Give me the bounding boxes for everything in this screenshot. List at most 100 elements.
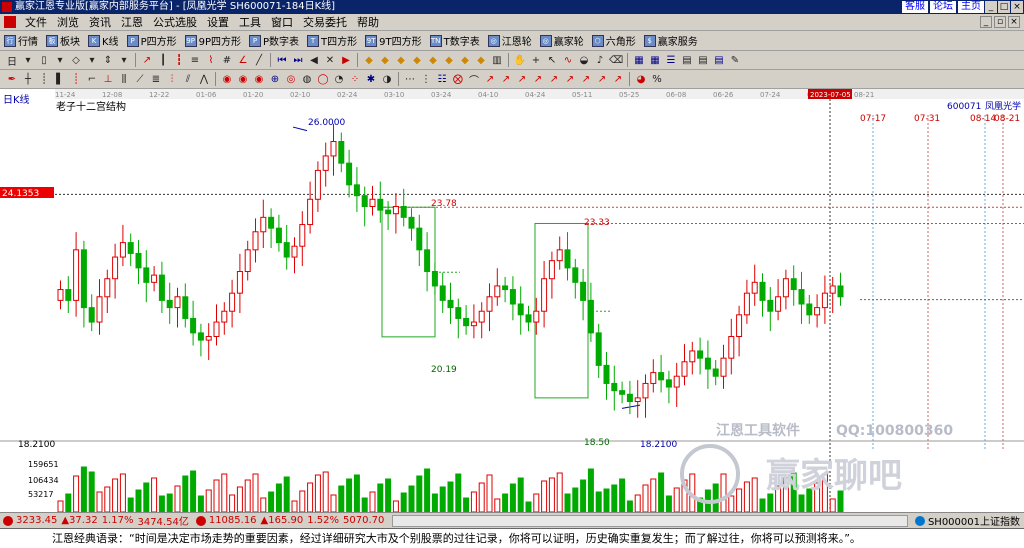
menu-help[interactable]: 帮助 xyxy=(352,14,384,30)
p-square-button[interactable]: P P四方形 xyxy=(126,33,177,48)
fwd-icon[interactable]: ▶ xyxy=(339,53,353,67)
diamond-e-icon[interactable]: ◆ xyxy=(426,53,440,67)
diamond-b-icon[interactable]: ◆ xyxy=(378,53,392,67)
gann-wheel-button[interactable]: ◎ 江恩轮 xyxy=(487,33,532,48)
hand-icon[interactable]: ✋ xyxy=(513,53,527,67)
ray-i-icon[interactable]: ↗ xyxy=(611,72,625,86)
quote-button[interactable]: 行行情 xyxy=(4,33,38,48)
ray-g-icon[interactable]: ↗ xyxy=(579,72,593,86)
diamond-g-icon[interactable]: ◆ xyxy=(458,53,472,67)
ray-b-icon[interactable]: ↗ xyxy=(499,72,513,86)
target-icon[interactable]: ⊕ xyxy=(268,72,282,86)
list-icon[interactable]: ☰ xyxy=(664,53,678,67)
arcs-icon[interactable]: ⌒ xyxy=(467,72,481,87)
channel-icon[interactable]: ⫽ xyxy=(181,72,195,86)
grid-icon[interactable]: # xyxy=(220,53,234,67)
circle-b-icon[interactable]: ◉ xyxy=(236,72,250,86)
minimize-icon[interactable]: _ xyxy=(985,1,997,13)
status-scrollbar[interactable] xyxy=(392,514,908,527)
circle-a-icon[interactable]: ◉ xyxy=(220,72,234,86)
dial-icon[interactable]: ◑ xyxy=(380,72,394,86)
menu-browse[interactable]: 浏览 xyxy=(52,14,84,30)
eraser-icon[interactable]: ⌫ xyxy=(609,53,623,67)
select-icon[interactable]: ▯ xyxy=(37,53,51,67)
dropdown-icon[interactable]: ▾ xyxy=(85,53,99,67)
ray-e-icon[interactable]: ↗ xyxy=(547,72,561,86)
hexagon-button[interactable]: ⬡ 六角形 xyxy=(591,33,636,48)
kline-chart[interactable]: 11-24 12-08 12-22 01-06 01-20 02-10 02-24 03-10… xyxy=(0,89,1024,512)
spiral-icon[interactable]: ◍ xyxy=(300,72,314,86)
angle-icon[interactable]: ∠ xyxy=(236,53,250,67)
trend-icon[interactable]: ⟋ xyxy=(133,72,147,86)
winner-service-button[interactable]: $ 赢家服务 xyxy=(643,33,698,48)
winner-wheel-button[interactable]: ◎ 赢家轮 xyxy=(539,33,584,48)
menu-trade[interactable]: 交易委托 xyxy=(298,14,352,30)
ray-d-icon[interactable]: ↗ xyxy=(531,72,545,86)
table-icon[interactable]: ▦ xyxy=(632,53,646,67)
segment-icon[interactable]: ◔ xyxy=(332,72,346,86)
circle-c-icon[interactable]: ◉ xyxy=(252,72,266,86)
plus-icon[interactable]: + xyxy=(529,53,543,67)
report-icon[interactable]: ▤ xyxy=(712,53,726,67)
diamond-c-icon[interactable]: ◆ xyxy=(394,53,408,67)
percent-icon[interactable]: % xyxy=(650,72,664,86)
child-restore-icon[interactable]: ▫ xyxy=(994,16,1006,28)
sector-button[interactable]: 板板块 xyxy=(46,33,80,48)
close-icon[interactable]: × xyxy=(1011,1,1023,13)
pie-icon[interactable]: ◕ xyxy=(634,72,648,86)
home-link[interactable]: 主页 xyxy=(958,1,984,13)
ladder-icon[interactable]: ⋮ xyxy=(419,72,433,86)
chart-panel[interactable]: 11-24 12-08 12-22 01-06 01-20 02-10 02-24 03-10… xyxy=(0,89,1024,512)
index-selector[interactable]: SH000001上证指数 xyxy=(928,513,1020,528)
note-icon[interactable]: ♪ xyxy=(593,53,607,67)
fib-icon[interactable]: ⫶ xyxy=(165,72,179,86)
menu-window[interactable]: 窗口 xyxy=(266,14,298,30)
updown-icon[interactable]: ⇕ xyxy=(101,53,115,67)
sheet-icon[interactable]: ▤ xyxy=(696,53,710,67)
trash-icon[interactable]: ✎ xyxy=(728,53,742,67)
list2-icon[interactable]: ☷ xyxy=(435,72,449,86)
shape-icon[interactable]: ◒ xyxy=(577,53,591,67)
levels-icon[interactable]: ≣ xyxy=(149,72,163,86)
step-icon[interactable]: ⌐ xyxy=(85,72,99,86)
diamond-h-icon[interactable]: ◆ xyxy=(474,53,488,67)
dropdown-icon[interactable]: ▾ xyxy=(21,53,35,67)
menu-gann[interactable]: 江恩 xyxy=(116,14,148,30)
circle-d-icon[interactable]: ◎ xyxy=(284,72,298,86)
menu-info[interactable]: 资讯 xyxy=(84,14,116,30)
vbars-icon[interactable]: ┊ xyxy=(37,72,51,86)
vline-icon[interactable]: ⌇ xyxy=(204,53,218,67)
9t-square-button[interactable]: 9T 9T四方形 xyxy=(365,33,422,48)
pen-icon[interactable]: ✒ xyxy=(5,72,19,86)
maximize-icon[interactable]: □ xyxy=(998,1,1010,13)
day-period-icon[interactable]: 日 xyxy=(5,53,19,68)
ray-a-icon[interactable]: ↗ xyxy=(483,72,497,86)
gann-fan-icon[interactable]: ↗ xyxy=(140,53,154,67)
wave-icon[interactable]: ∿ xyxy=(561,53,575,67)
line-icon[interactable]: ╱ xyxy=(252,53,266,67)
dropdown-icon[interactable]: ▾ xyxy=(117,53,131,67)
pct-chart-icon[interactable]: ⨂ xyxy=(451,72,465,86)
diamond-f-icon[interactable]: ◆ xyxy=(442,53,456,67)
dots-icon[interactable]: ⁘ xyxy=(348,72,362,86)
forum-link[interactable]: 论坛 xyxy=(930,1,956,13)
menu-file[interactable]: 文件 xyxy=(20,14,52,30)
cursor-icon[interactable]: ◇ xyxy=(69,53,83,67)
p-number-table-button[interactable]: P P数字表 xyxy=(249,33,299,48)
ray-h-icon[interactable]: ↗ xyxy=(595,72,609,86)
dropdown-icon[interactable]: ▾ xyxy=(53,53,67,67)
menu-formula[interactable]: 公式选股 xyxy=(148,14,202,30)
comb-icon[interactable]: ⫼ xyxy=(117,72,131,86)
child-close-icon[interactable]: × xyxy=(1008,16,1020,28)
arrow-icon[interactable]: ↖ xyxy=(545,53,559,67)
menu-settings[interactable]: 设置 xyxy=(202,14,234,30)
menu-tools[interactable]: 工具 xyxy=(234,14,266,30)
service-link[interactable]: 客服 xyxy=(902,1,928,13)
cycle-icon[interactable]: ≡ xyxy=(188,53,202,67)
bar-chart-icon[interactable]: ▌ xyxy=(53,72,67,86)
zig-icon[interactable]: ⋀ xyxy=(197,72,211,86)
ray-f-icon[interactable]: ↗ xyxy=(563,72,577,86)
bars-red-icon[interactable]: ┊ xyxy=(69,72,83,86)
child-minimize-icon[interactable]: _ xyxy=(980,16,992,28)
columns-icon[interactable]: ▥ xyxy=(490,53,504,67)
